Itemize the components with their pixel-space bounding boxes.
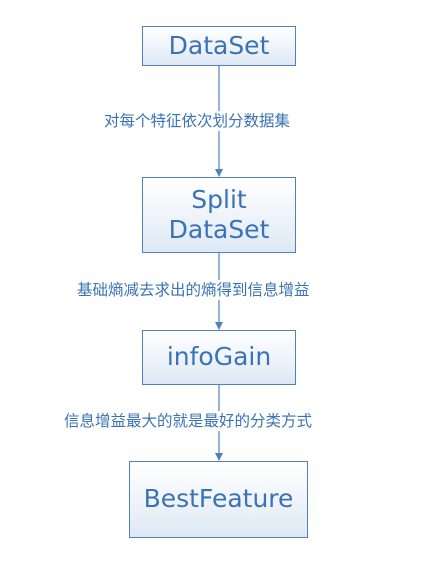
bestfeature-node-label: BestFeature: [143, 484, 294, 514]
split-dataset-node: Split DataSet: [142, 177, 296, 253]
split-dataset-label-line2: DataSet: [168, 215, 270, 244]
edge-label-split-to-infogain: 基础熵减去求出的熵得到信息增益: [75, 280, 312, 300]
dataset-node-label: DataSet: [168, 30, 270, 60]
bestfeature-node: BestFeature: [129, 461, 308, 538]
edge-label-infogain-to-bestfeature: 信息增益最大的就是最好的分类方式: [62, 411, 315, 431]
infogain-node: infoGain: [142, 330, 296, 385]
split-dataset-label-line1: Split: [191, 184, 247, 214]
infogain-node-label: infoGain: [166, 342, 272, 372]
edge-label-dataset-to-split: 对每个特征依次划分数据集: [102, 111, 293, 131]
dataset-node: DataSet: [142, 26, 296, 66]
